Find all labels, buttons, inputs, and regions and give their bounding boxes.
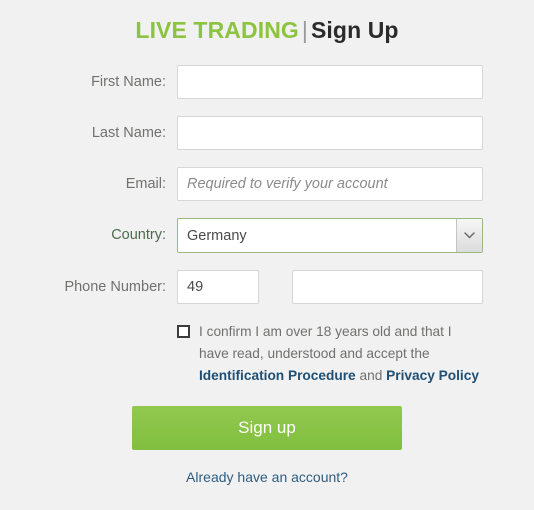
country-label: Country: [111,227,166,243]
form-row-email: Email: [0,167,534,201]
submit-row: Sign up [0,406,534,450]
email-input[interactable] [177,167,483,201]
email-field-cell [177,167,534,201]
country-select-value: Germany [187,227,247,244]
first-name-label: First Name: [91,74,166,90]
page-title-brand: LIVE TRADING [135,17,299,43]
last-name-field-cell [177,116,534,150]
first-name-input[interactable] [177,65,483,99]
form-row-first-name: First Name: [0,65,534,99]
consent-checkbox[interactable] [177,325,190,338]
email-label: Email: [125,176,166,192]
privacy-policy-link[interactable]: Privacy Policy [386,368,479,383]
consent-text-part-1: I confirm I am over 18 years old and tha… [199,324,452,361]
consent-text: I confirm I am over 18 years old and tha… [199,321,483,387]
last-name-label: Last Name: [91,125,166,141]
country-field-cell: Germany [177,218,534,253]
consent-text-part-2: and [355,368,387,383]
consent-block: I confirm I am over 18 years old and tha… [177,321,483,387]
already-have-account-link[interactable]: Already have an account? [186,469,348,485]
signup-form: First Name: Last Name: Email: Country: G… [0,65,534,487]
page-title-action: Sign Up [310,17,399,43]
first-name-field-cell [177,65,534,99]
footer-row: Already have an account? [0,469,534,487]
page-title-separator: | [301,17,308,43]
form-row-country: Country: Germany [0,218,534,253]
chevron-down-icon [464,232,475,239]
phone-field-cell [177,270,534,304]
last-name-input[interactable] [177,116,483,150]
phone-number-label: Phone Number: [64,279,166,295]
form-row-phone: Phone Number: [0,270,534,304]
form-row-last-name: Last Name: [0,116,534,150]
phone-number-input[interactable] [292,270,483,304]
identification-procedure-link[interactable]: Identification Procedure [199,368,356,383]
country-select[interactable]: Germany [177,218,483,253]
country-select-toggle[interactable] [456,219,482,252]
page-title: LIVE TRADING | Sign Up [0,0,534,44]
signup-button[interactable]: Sign up [132,406,402,450]
phone-country-code-input[interactable] [177,270,259,304]
